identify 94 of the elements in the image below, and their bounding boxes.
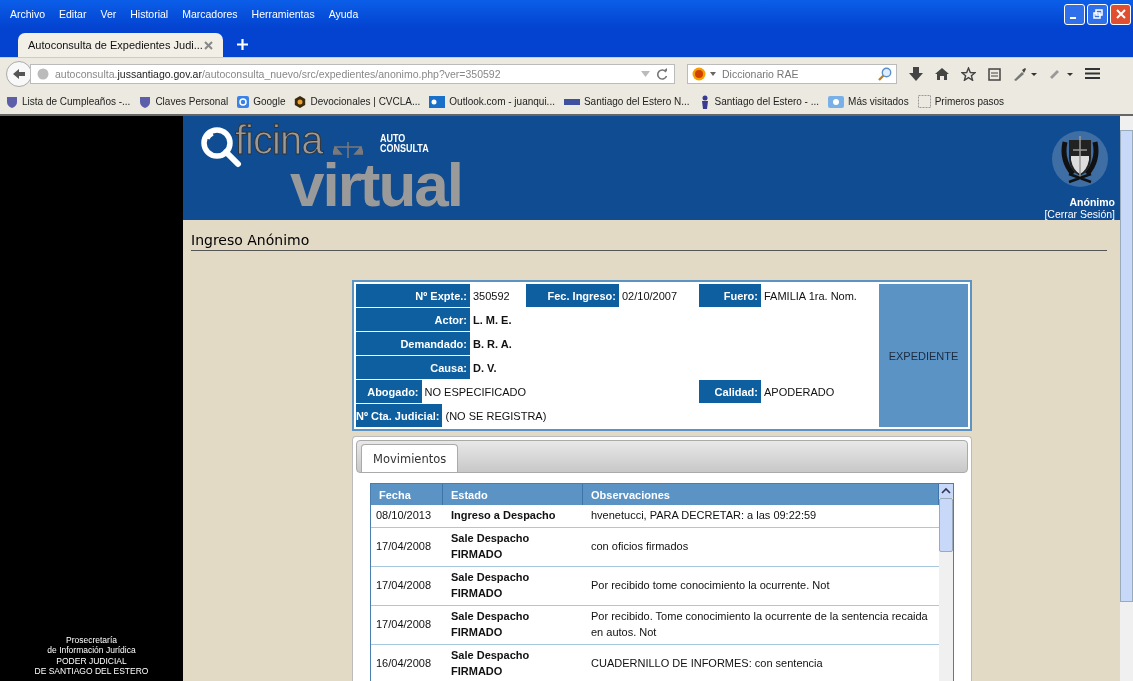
- minimize-icon: [1070, 17, 1076, 19]
- close-icon[interactable]: [204, 40, 213, 50]
- table-cell-text: 08/10/2013: [375, 508, 433, 523]
- bookmark-item[interactable]: Google: [237, 95, 286, 108]
- table-cell-text: Sale Despacho FIRMADO: [450, 608, 531, 640]
- menu-item[interactable]: Archivo: [10, 8, 45, 20]
- table-cell-text: CUADERNILLO DE INFORMES: con sentencia: [590, 655, 824, 671]
- menu-item[interactable]: Ayuda: [328, 8, 359, 20]
- search-engine-icon[interactable]: [692, 66, 706, 81]
- logout-link[interactable]: [Cerrar Sesión]: [1044, 208, 1115, 220]
- table-cell-text: con oficios firmados: [590, 538, 690, 554]
- table-cell-text: 17/04/2008: [375, 538, 433, 554]
- download-icon[interactable]: [909, 66, 923, 81]
- table-cell-text: Por recibido. Tome conocimiento la ocurrente de la sentencia recaida en autos. Not: [590, 608, 929, 640]
- bookmark-item[interactable]: Santiago del Estero - ...: [698, 94, 820, 109]
- menu-item[interactable]: Marcadores: [182, 8, 238, 20]
- field-value: FAMILIA 1ra. Nom.: [764, 288, 857, 304]
- field-label: Abogado:: [356, 380, 422, 403]
- table-cell-text: 17/04/2008: [375, 616, 433, 632]
- table-cell-text: Sale Despacho FIRMADO: [450, 647, 531, 679]
- field-value: B. R. A.: [473, 336, 512, 352]
- page-title: Ingreso Anónimo: [191, 232, 1107, 251]
- search-box[interactable]: Diccionario RAE: [687, 63, 897, 84]
- restore-icon: [1092, 9, 1103, 19]
- user-name: Anónimo: [1069, 196, 1115, 208]
- scale-icon: [333, 142, 363, 158]
- logo-subtitle: AUTO CONSULTA: [380, 134, 429, 154]
- back-button[interactable]: [6, 60, 32, 87]
- arrow-left-icon: [12, 67, 26, 80]
- restore-button[interactable]: [1087, 3, 1108, 25]
- star-icon[interactable]: [961, 66, 976, 81]
- menu-item[interactable]: Editar: [59, 8, 87, 20]
- menu-item[interactable]: Herramientas: [251, 8, 315, 20]
- table-cell-text: Por recibido tome conocimiento la ocurrente. Not: [590, 577, 831, 593]
- reload-icon[interactable]: [656, 67, 668, 80]
- sidebar-footer-text: Prosecretaría de Información Jurídica PODER JUDICIAL DE SANTIAGO DEL ESTERO: [33, 635, 150, 678]
- field-value: (NO SE REGISTRA): [445, 408, 547, 424]
- eyedropper-icon[interactable]: [1013, 66, 1037, 81]
- field-value: D. V.: [473, 360, 497, 376]
- shield-icon: [139, 95, 152, 108]
- scroll-thumb[interactable]: [1120, 130, 1133, 602]
- new-tab-button[interactable]: [237, 39, 248, 50]
- menu-item[interactable]: Historial: [130, 8, 169, 20]
- bookmark-item[interactable]: Más visitados: [828, 95, 909, 108]
- field-label: Fec. Ingreso:: [526, 284, 619, 307]
- field-value: APODERADO: [764, 384, 835, 400]
- page-scrollbar[interactable]: [1120, 116, 1133, 681]
- scroll-thumb[interactable]: [939, 498, 953, 552]
- close-icon: [1115, 9, 1126, 19]
- bookmark-item[interactable]: Outlook.com - juanqui...: [429, 95, 555, 108]
- globe-icon: [37, 67, 49, 80]
- field-label: Demandado:: [356, 332, 470, 355]
- hexagon-icon: [294, 95, 307, 108]
- field-label: Calidad:: [699, 380, 761, 403]
- logo-text: virtual: [290, 162, 463, 209]
- shield-icon: [6, 95, 18, 108]
- case-type-label: EXPEDIENTE: [879, 284, 968, 427]
- close-button[interactable]: [1110, 3, 1131, 25]
- table-cell-text: Sale Despacho FIRMADO: [450, 569, 531, 601]
- panel-tab[interactable]: Movimientos: [361, 444, 459, 472]
- table-cell-text: hvenetucci, PARA DECRETAR: a las 09:22:59: [590, 508, 818, 523]
- bookmark-item[interactable]: Claves Personal: [139, 95, 229, 108]
- minimize-button[interactable]: [1064, 3, 1085, 25]
- table-cell-text: 16/04/2008: [375, 655, 433, 671]
- scrollbar[interactable]: [939, 484, 953, 681]
- bookmark-item[interactable]: Santiago del Estero N...: [563, 95, 690, 108]
- coat-of-arms-icon: [1051, 130, 1109, 188]
- clipboard-icon[interactable]: [988, 66, 1001, 81]
- table-cell-text: 17/04/2008: [375, 577, 433, 593]
- field-label: Nº Cta. Judicial:: [356, 404, 443, 427]
- field-value: NO ESPECIFICADO: [424, 384, 526, 400]
- bookmark-item[interactable]: Lista de Cumpleaños -...: [6, 95, 131, 108]
- search-engine-icon: [237, 95, 250, 108]
- bookmark-item[interactable]: Primeros pasos: [917, 95, 1005, 108]
- bookmark-item[interactable]: Devocionales | CVCLA...: [294, 95, 421, 108]
- scroll-up-icon[interactable]: [939, 484, 953, 498]
- field-label: Causa:: [356, 356, 470, 379]
- menu-icon[interactable]: [1085, 67, 1100, 80]
- logo-text: ficina: [235, 120, 323, 160]
- address-field[interactable]: autoconsulta.jussantiago.gov.ar/autoconsulta_nuevo/src/expedientes/anonimo.php?ver=350592: [30, 63, 675, 84]
- field-value: L. M. E.: [473, 312, 512, 328]
- table-cell-text: Sale Despacho FIRMADO: [450, 530, 531, 562]
- field-label: Nº Expte.:: [356, 284, 470, 307]
- page-icon: [917, 95, 931, 108]
- browser-tab[interactable]: Autoconsulta de Expedientes Judi...: [18, 33, 223, 57]
- home-icon[interactable]: [935, 66, 949, 81]
- dropdown-icon[interactable]: [710, 71, 716, 76]
- field-label: Fuero:: [699, 284, 761, 307]
- table-cell-text: Ingreso a Despacho: [450, 508, 557, 523]
- field-label: Actor:: [356, 308, 470, 331]
- field-value: 350592: [473, 288, 510, 304]
- menu-item[interactable]: Ver: [100, 8, 117, 20]
- field-value: 02/10/2007: [622, 288, 678, 304]
- search-icon[interactable]: [878, 66, 892, 81]
